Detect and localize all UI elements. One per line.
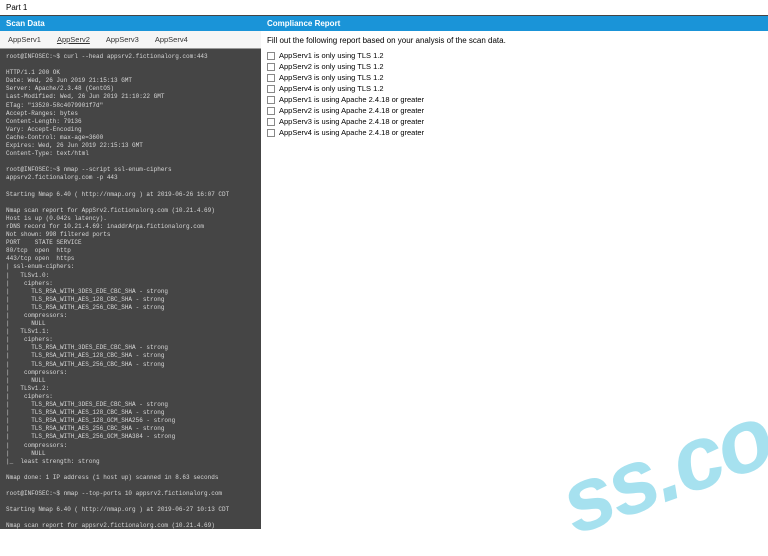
checkbox[interactable] [267, 118, 275, 126]
check-label: AppServ1 is only using TLS 1.2 [279, 51, 384, 60]
checkbox[interactable] [267, 96, 275, 104]
right-panel: Compliance Report Fill out the following… [261, 16, 768, 529]
compliance-checklist: AppServ1 is only using TLS 1.2 AppServ2 i… [261, 50, 768, 138]
check-row: AppServ4 is only using TLS 1.2 [261, 83, 768, 94]
check-label: AppServ4 is only using TLS 1.2 [279, 84, 384, 93]
check-label: AppServ2 is only using TLS 1.2 [279, 62, 384, 71]
check-row: AppServ2 is using Apache 2.4.18 or great… [261, 105, 768, 116]
check-label: AppServ2 is using Apache 2.4.18 or great… [279, 106, 424, 115]
check-row: AppServ1 is using Apache 2.4.18 or great… [261, 94, 768, 105]
tab-appserv1[interactable]: AppServ1 [0, 31, 49, 48]
checkbox[interactable] [267, 63, 275, 71]
checkbox[interactable] [267, 129, 275, 137]
checkbox[interactable] [267, 85, 275, 93]
checkbox[interactable] [267, 74, 275, 82]
left-panel: Scan Data AppServ1AppServ2AppServ3AppSer… [0, 16, 261, 529]
main-split: Scan Data AppServ1AppServ2AppServ3AppSer… [0, 16, 768, 529]
tab-appserv3[interactable]: AppServ3 [98, 31, 147, 48]
server-tabs: AppServ1AppServ2AppServ3AppServ4 [0, 31, 261, 49]
check-row: AppServ2 is only using TLS 1.2 [261, 61, 768, 72]
tab-appserv2[interactable]: AppServ2 [49, 31, 98, 48]
page-label: Part 1 [0, 0, 768, 16]
check-label: AppServ4 is using Apache 2.4.18 or great… [279, 128, 424, 137]
checkbox[interactable] [267, 107, 275, 115]
scan-data-header: Scan Data [0, 16, 261, 31]
tab-appserv4[interactable]: AppServ4 [147, 31, 196, 48]
instructions-text: Fill out the following report based on y… [261, 31, 768, 50]
check-label: AppServ3 is using Apache 2.4.18 or great… [279, 117, 424, 126]
check-label: AppServ3 is only using TLS 1.2 [279, 73, 384, 82]
check-row: AppServ4 is using Apache 2.4.18 or great… [261, 127, 768, 138]
check-row: AppServ3 is using Apache 2.4.18 or great… [261, 116, 768, 127]
check-row: AppServ3 is only using TLS 1.2 [261, 72, 768, 83]
terminal-output: root@INFOSEC:~$ curl --head appsrv2.fict… [0, 49, 261, 529]
check-row: AppServ1 is only using TLS 1.2 [261, 50, 768, 61]
compliance-header: Compliance Report [261, 16, 768, 31]
check-label: AppServ1 is using Apache 2.4.18 or great… [279, 95, 424, 104]
checkbox[interactable] [267, 52, 275, 60]
